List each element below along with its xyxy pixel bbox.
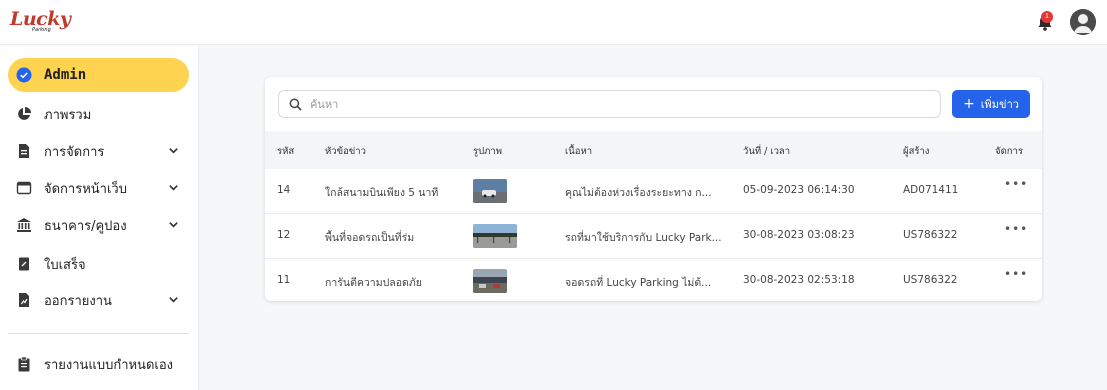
column-header-datetime: วันที่ / เวลา	[743, 146, 791, 157]
row-datetime: 05-09-2023 06:14:30	[743, 184, 855, 196]
row-thumbnail-image	[473, 224, 517, 248]
row-id: 12	[277, 229, 291, 241]
document-icon	[19, 144, 29, 158]
sidebar-item-management[interactable]: การจัดการ	[8, 134, 189, 168]
row-datetime: 30-08-2023 02:53:18	[743, 274, 855, 286]
column-header-title: หัวข้อข่าว	[325, 146, 366, 157]
column-header-creator: ผู้สร้าง	[903, 146, 930, 157]
sidebar-item-receipt[interactable]: ใบเสร็จ	[8, 247, 189, 281]
sidebar-item-label: Admin	[44, 67, 87, 83]
lucky-parking-logo[interactable]: Lucky Parking	[10, 8, 71, 37]
row-actions-menu-icon[interactable]: •••	[1004, 222, 1028, 236]
column-header-content: เนื้อหา	[565, 146, 593, 157]
sidebar-item-admin[interactable]: Admin	[8, 58, 189, 92]
row-content: คุณไม่ต้องห่วงเรื่องระยะทาง ก...	[565, 187, 712, 199]
search-input[interactable]	[310, 97, 910, 111]
column-header-id: รหัส	[277, 146, 295, 157]
top-bar: Lucky Parking 1	[0, 0, 1107, 45]
sidebar-item-label: ภาพรวม	[44, 107, 92, 123]
chevron-down-icon	[169, 148, 178, 154]
browser-window-icon	[16, 181, 32, 195]
row-title: ใกล้สนามบินเพียง 5 นาที	[325, 187, 439, 199]
row-id: 11	[277, 274, 291, 286]
row-datetime: 30-08-2023 03:08:23	[743, 229, 855, 241]
row-id: 14	[277, 184, 291, 196]
plus-icon: +	[963, 96, 975, 112]
table-row[interactable]: 12 พื้นที่จอดรถเป็นที่ร่ม รถที่มาใช้บริก…	[265, 214, 1042, 259]
add-news-label: เพิ่มข่าว	[980, 98, 1019, 111]
row-title: พื้นที่จอดรถเป็นที่ร่ม	[325, 232, 415, 244]
pie-chart-icon	[18, 107, 31, 120]
table-row[interactable]: 14 ใกล้สนามบินเพียง 5 นาที คุณไม่ต้องห่ว…	[265, 169, 1042, 214]
table-row[interactable]: 11 การันตีความปลอดภัย จอดรถที่ Lucky Par…	[265, 259, 1042, 304]
chevron-down-icon	[169, 222, 178, 228]
sidebar-item-label: ธนาคาร/คูปอง	[44, 218, 127, 234]
sidebar-item-label: รายงานแบบกำหนดเอง	[44, 357, 173, 373]
search-icon	[289, 98, 302, 111]
notification-badge: 1	[1041, 11, 1053, 23]
row-creator: AD071411	[903, 184, 959, 196]
verified-badge-icon	[16, 67, 32, 83]
sidebar-item-custom-report[interactable]: รายงานแบบกำหนดเอง	[8, 347, 189, 381]
search-box[interactable]	[278, 90, 941, 118]
table-header: รหัส หัวข้อข่าว รูปภาพ เนื้อหา วันที่ / …	[265, 131, 1042, 169]
sidebar-item-label: ใบเสร็จ	[44, 257, 86, 273]
row-thumbnail-image	[473, 179, 507, 203]
sidebar-item-bank-coupon[interactable]: ธนาคาร/คูปอง	[8, 208, 189, 242]
row-actions-menu-icon[interactable]: •••	[1004, 177, 1028, 191]
sidebar-item-label: การจัดการ	[44, 144, 105, 160]
sidebar-item-label: ออกรายงาน	[44, 293, 112, 309]
clipboard-icon	[18, 356, 30, 372]
row-title: การันตีความปลอดภัย	[325, 277, 422, 289]
row-thumbnail-image	[473, 269, 507, 293]
report-file-icon	[19, 293, 29, 307]
news-table-card: + เพิ่มข่าว รหัส หัวข้อข่าว รูปภาพ เนื้อ…	[265, 77, 1042, 301]
user-avatar[interactable]	[1070, 9, 1096, 35]
row-creator: US786322	[903, 229, 958, 241]
column-header-actions: จัดการ	[995, 146, 1023, 157]
receipt-icon	[19, 257, 29, 271]
logo-text: Lucky	[10, 8, 71, 30]
row-content: รถที่มาใช้บริการกับ Lucky Park...	[565, 232, 722, 244]
chevron-down-icon	[169, 297, 178, 303]
sidebar-item-overview[interactable]: ภาพรวม	[8, 97, 189, 131]
sidebar-divider	[8, 333, 189, 334]
bank-icon	[17, 218, 31, 232]
sidebar: Admin ภาพรวม การจัดการ จัดการหน้าเว็บ ธน…	[0, 46, 199, 390]
logo-tagline: Parking	[32, 27, 51, 33]
add-news-button[interactable]: + เพิ่มข่าว	[952, 90, 1030, 118]
row-actions-menu-icon[interactable]: •••	[1004, 267, 1028, 281]
user-avatar-icon	[1070, 9, 1096, 35]
column-header-image: รูปภาพ	[473, 146, 502, 157]
row-content: จอดรถที่ Lucky Parking ไม่ต้...	[565, 277, 712, 289]
sidebar-item-reports[interactable]: ออกรายงาน	[8, 283, 189, 317]
row-creator: US786322	[903, 274, 958, 286]
sidebar-item-label: จัดการหน้าเว็บ	[44, 181, 127, 197]
sidebar-item-web-pages[interactable]: จัดการหน้าเว็บ	[8, 171, 189, 205]
chevron-down-icon	[169, 185, 178, 191]
